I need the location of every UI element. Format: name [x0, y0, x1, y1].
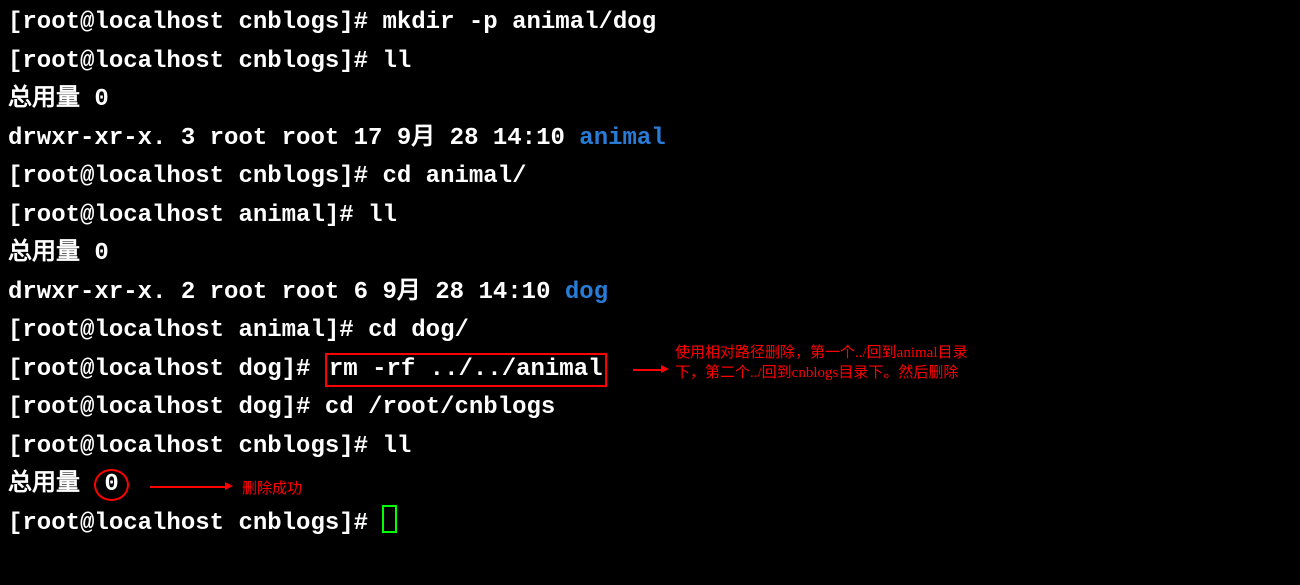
shell-prompt: [root@localhost cnblogs]#: [8, 163, 382, 190]
terminal-line: [root@localhost animal]# cd dog/: [8, 312, 1292, 351]
command-text: mkdir -p animal/dog: [382, 9, 656, 36]
annotation-arrow: [150, 486, 225, 488]
shell-prompt: [root@localhost animal]#: [8, 202, 368, 229]
command-text: cd dog/: [368, 317, 469, 344]
highlighted-zero-ellipse: 0: [94, 469, 128, 501]
annotation-arrow: [633, 369, 661, 371]
terminal-cursor[interactable]: [382, 505, 397, 533]
terminal-line: [root@localhost cnblogs]# ll: [8, 428, 1292, 467]
annotation-delete-success: 删除成功: [242, 479, 302, 499]
command-text: cd /root/cnblogs: [325, 394, 555, 421]
shell-prompt: [root@localhost cnblogs]#: [8, 9, 382, 36]
annotation-arrow-head-icon: [225, 482, 233, 490]
total-value: 0: [104, 471, 118, 498]
command-text: rm -rf ../../animal: [329, 356, 603, 383]
annotation-arrow-head-icon: [661, 365, 669, 373]
command-text: ll: [368, 202, 397, 229]
highlighted-command-box: rm -rf ../../animal: [325, 353, 607, 387]
total-label: 总用量: [8, 240, 94, 267]
terminal-line: [root@localhost cnblogs]#: [8, 505, 1292, 544]
terminal-line: [root@localhost cnblogs]# ll: [8, 43, 1292, 82]
terminal-line: 总用量 0: [8, 81, 1292, 120]
shell-prompt: [root@localhost dog]#: [8, 394, 325, 421]
shell-prompt: [root@localhost cnblogs]#: [8, 48, 382, 75]
annotation-rm-explanation: 使用相对路径删除，第一个../回到animal目录下，第二个../回到cnblo…: [675, 343, 995, 383]
terminal-line: 总用量 0: [8, 235, 1292, 274]
terminal-line: drwxr-xr-x. 2 root root 6 9月 28 14:10 do…: [8, 274, 1292, 313]
terminal-line: [root@localhost animal]# ll: [8, 197, 1292, 236]
directory-name: animal: [579, 125, 665, 152]
terminal-line: [root@localhost dog]# cd /root/cnblogs: [8, 389, 1292, 428]
ls-entry-prefix: drwxr-xr-x. 2 root root 6 9月 28 14:10: [8, 279, 565, 306]
terminal-line: [root@localhost cnblogs]# cd animal/: [8, 158, 1292, 197]
shell-prompt: [root@localhost animal]#: [8, 317, 368, 344]
directory-name: dog: [565, 279, 608, 306]
shell-prompt: [root@localhost dog]#: [8, 356, 325, 383]
ls-entry-prefix: drwxr-xr-x. 3 root root 17 9月 28 14:10: [8, 125, 579, 152]
total-value: 0: [94, 86, 108, 113]
shell-prompt: [root@localhost cnblogs]#: [8, 510, 382, 537]
command-text: ll: [382, 433, 411, 460]
terminal-line: drwxr-xr-x. 3 root root 17 9月 28 14:10 a…: [8, 120, 1292, 159]
terminal-line: [root@localhost cnblogs]# mkdir -p anima…: [8, 4, 1292, 43]
shell-prompt: [root@localhost cnblogs]#: [8, 433, 382, 460]
total-value: 0: [94, 240, 108, 267]
command-text: cd animal/: [382, 163, 526, 190]
total-label: 总用量: [8, 86, 94, 113]
total-label: 总用量: [8, 471, 94, 498]
command-text: ll: [382, 48, 411, 75]
